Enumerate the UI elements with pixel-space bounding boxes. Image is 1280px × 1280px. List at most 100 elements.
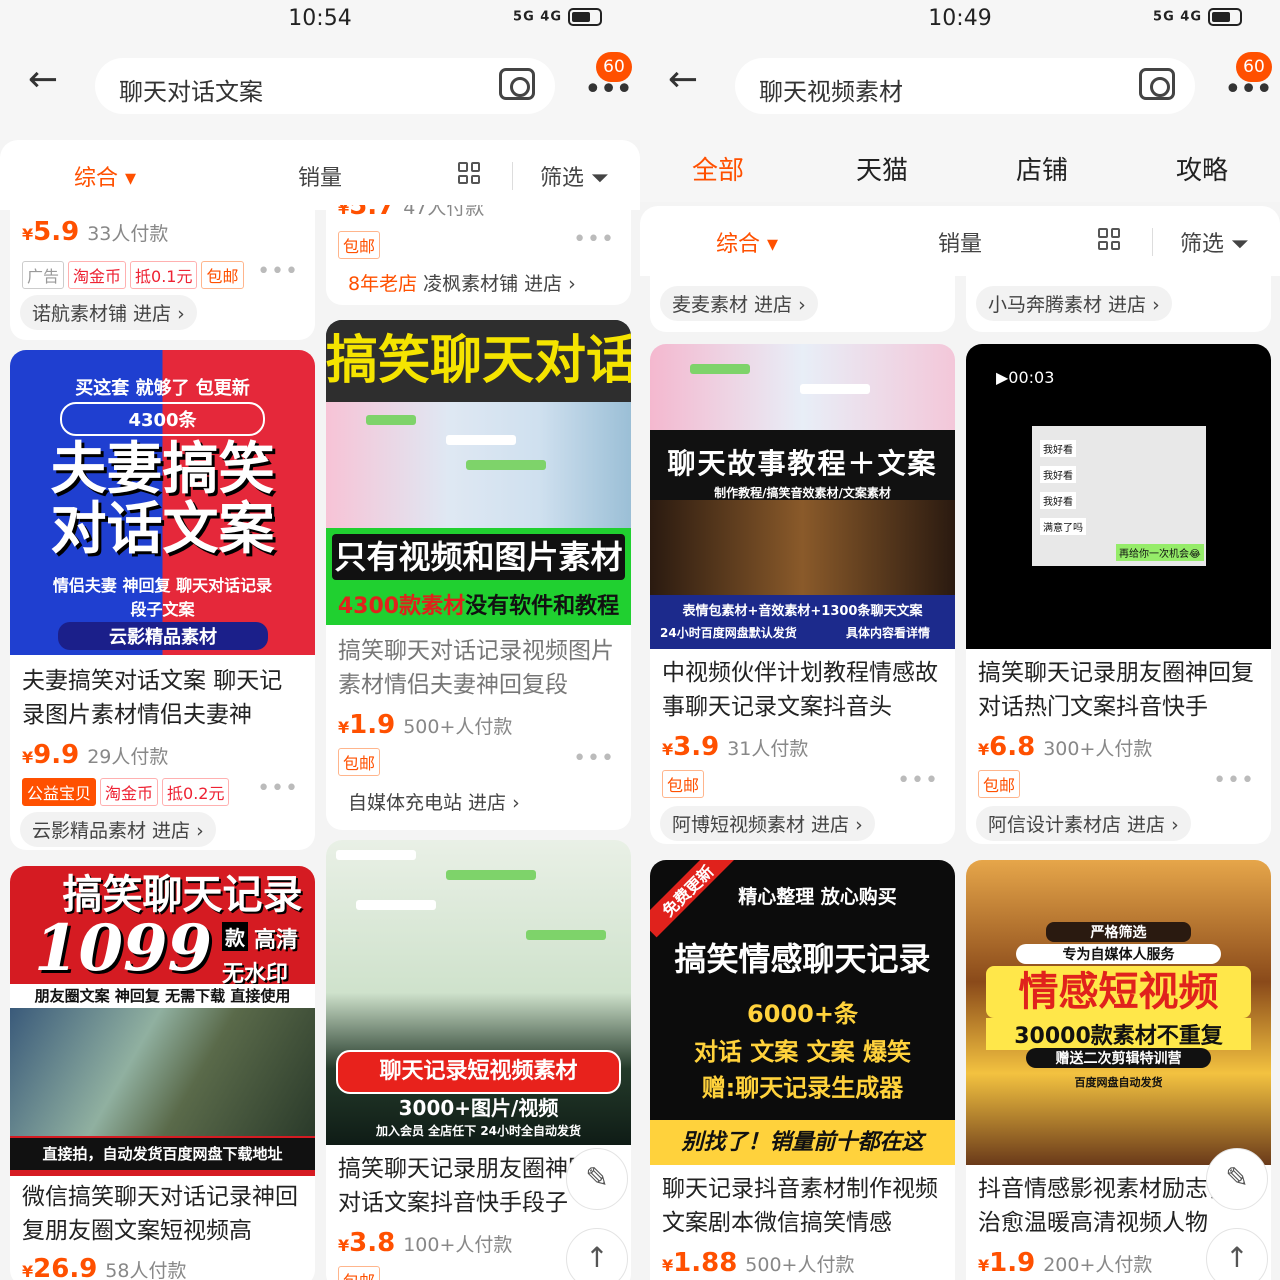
- product-title[interactable]: 中视频伙伴计划教程情感故事聊天记录文案抖音头: [662, 656, 945, 724]
- store-link[interactable]: 阿博短视频素材 进店 ›: [660, 806, 875, 841]
- network-label: 5G 4G: [513, 9, 562, 25]
- tag-row: 包邮: [338, 748, 384, 776]
- grid-view-icon[interactable]: [1098, 228, 1120, 250]
- filter-button[interactable]: 筛选 ⏷: [540, 160, 609, 192]
- image-text: 买这套 就够了 包更新: [75, 378, 250, 399]
- price-value: 6.8: [989, 732, 1036, 762]
- product-image[interactable]: 聊天故事教程＋文案 制作教程/搞笑音效素材/文案素材 表情包素材+音效素材+13…: [650, 344, 955, 649]
- image-text: 款: [222, 922, 248, 951]
- camera-search-icon[interactable]: [1139, 68, 1175, 100]
- product-card[interactable]: 搞笑聊天对话 只有视频和图片素材 4300款素材没有软件和教程 搞笑聊天对话记录…: [326, 320, 631, 830]
- tab-guides[interactable]: 攻略: [1176, 150, 1228, 187]
- sort-sales[interactable]: 销量: [298, 160, 342, 192]
- feedback-icon[interactable]: ✎: [1206, 1148, 1268, 1210]
- more-icon[interactable]: •••: [897, 768, 939, 793]
- store-link[interactable]: 麦麦素材 进店 ›: [660, 286, 818, 321]
- price-value: 5.9: [33, 217, 80, 247]
- search-query[interactable]: 聊天视频素材: [759, 72, 903, 107]
- store-link[interactable]: 阿信设计素材店 进店 ›: [976, 806, 1191, 841]
- sort-comprehensive[interactable]: 综合 ▾: [74, 160, 136, 192]
- more-icon[interactable]: •••: [573, 746, 615, 771]
- sort-label: 综合: [74, 166, 119, 191]
- product-card[interactable]: 麦麦素材 进店 ›: [650, 276, 955, 332]
- product-image[interactable]: ▶00:03 我好看 我好看 我好看 满意了吗 再给你一次机会😂: [966, 344, 1271, 649]
- product-title[interactable]: 聊天记录抖音素材制作视频文案剧本微信搞笑情感: [662, 1172, 945, 1240]
- tag-row: 广告 淘金币 抵0.1元 包邮: [22, 261, 248, 289]
- image-text: 严格筛选: [1046, 922, 1191, 942]
- search-box[interactable]: 聊天对话文案: [95, 58, 555, 114]
- search-query[interactable]: 聊天对话文案: [119, 72, 263, 107]
- free-shipping-tag: 包邮: [338, 1266, 381, 1280]
- price: ¥6.8 300+人付款: [978, 732, 1153, 762]
- product-card[interactable]: 买这套 就够了 包更新 4300条 夫妻搞笑 对话文案 情侣夫妻 神回复 聊天对…: [10, 350, 315, 850]
- product-card[interactable]: 小马奔腾素材 进店 ›: [966, 276, 1271, 332]
- price: ¥5.9 33人付款: [22, 217, 169, 247]
- store-link[interactable]: 8年老店 凌枫素材铺 进店 ›: [336, 265, 588, 300]
- more-icon[interactable]: •••: [257, 259, 299, 284]
- grid-view-icon[interactable]: [458, 162, 480, 184]
- image-text: 我好看: [1040, 492, 1076, 509]
- camera-search-icon[interactable]: [499, 68, 535, 100]
- product-card[interactable]: ▶00:03 我好看 我好看 我好看 满意了吗 再给你一次机会😂 搞笑聊天记录朋…: [966, 344, 1271, 844]
- filter-label: 筛选: [1180, 232, 1225, 257]
- image-text: 4300条: [60, 402, 265, 436]
- tab-tmall[interactable]: 天猫: [856, 150, 908, 187]
- back-arrow-icon[interactable]: ←: [28, 62, 58, 98]
- more-dots-icon[interactable]: •••: [584, 75, 633, 105]
- video-duration: ▶00:03: [996, 368, 1055, 387]
- store-link[interactable]: 诺航素材铺 进店 ›: [20, 295, 197, 330]
- more-dots-icon[interactable]: •••: [1224, 75, 1273, 105]
- free-shipping-tag: 包邮: [201, 261, 244, 289]
- old-store-badge: 8年老店: [348, 273, 418, 295]
- product-title[interactable]: 搞笑聊天对话记录视频图片素材情侣夫妻神回复段: [338, 634, 621, 702]
- product-card[interactable]: ¥5.9 33人付款 广告 淘金币 抵0.1元 包邮 ••• 诺航素材铺 进店 ›: [10, 205, 315, 340]
- product-image[interactable]: 搞笑聊天记录 1099 款 高清 无水印 朋友圈文案 神回复 无需下载 直接使用…: [10, 866, 315, 1176]
- tab-all[interactable]: 全部: [692, 150, 744, 187]
- notification-badge: 60: [596, 52, 632, 82]
- free-shipping-tag: 包邮: [978, 770, 1021, 798]
- product-card[interactable]: 聊天故事教程＋文案 制作教程/搞笑音效素材/文案素材 表情包素材+音效素材+13…: [650, 344, 955, 844]
- signal-icons: 5G 4G: [1153, 8, 1242, 26]
- product-card[interactable]: 搞笑聊天记录 1099 款 高清 无水印 朋友圈文案 神回复 无需下载 直接使用…: [10, 866, 315, 1280]
- sort-comprehensive[interactable]: 综合 ▾: [716, 226, 778, 258]
- battery-icon: [568, 8, 602, 26]
- more-icon[interactable]: •••: [1213, 768, 1255, 793]
- store-link[interactable]: 自媒体充电站 进店 ›: [336, 784, 532, 819]
- image-text: 对话 文案 文案 爆笑: [693, 1038, 912, 1066]
- image-text: 30000款素材不重复: [986, 1018, 1251, 1050]
- product-image[interactable]: 免费更新 精心整理 放心购买 搞笑情感聊天记录 6000+条 对话 文案 文案 …: [650, 860, 955, 1165]
- price: ¥1.9 500+人付款: [338, 710, 513, 740]
- sort-sales[interactable]: 销量: [938, 226, 982, 258]
- store-link[interactable]: 小马奔腾素材 进店 ›: [976, 286, 1172, 321]
- price: ¥3.9 31人付款: [662, 732, 809, 762]
- product-card[interactable]: ¥5.7 47人付款 包邮 ••• 8年老店 凌枫素材铺 进店 ›: [326, 205, 631, 305]
- price-value: 3.8: [349, 1228, 396, 1258]
- product-title[interactable]: 搞笑聊天记录朋友圈神回复对话热门文案抖音快手: [978, 656, 1261, 724]
- image-text: 没有软件和教程: [465, 594, 620, 619]
- notification-badge: 60: [1236, 52, 1272, 82]
- product-card[interactable]: 严格筛选 专为自媒体人服务 情感短视频 30000款素材不重复 赠送二次剪辑特训…: [966, 860, 1271, 1280]
- divider: [1152, 228, 1153, 256]
- feedback-icon[interactable]: ✎: [566, 1148, 628, 1210]
- back-arrow-icon[interactable]: ←: [668, 62, 698, 98]
- product-card[interactable]: 聊天记录短视频素材 3000+图片/视频 加入会员 全店任下 24小时全自动发货…: [326, 840, 631, 1280]
- image-text: 我好看: [1040, 466, 1076, 483]
- product-image[interactable]: 严格筛选 专为自媒体人服务 情感短视频 30000款素材不重复 赠送二次剪辑特训…: [966, 860, 1271, 1165]
- tag-row: 包邮: [978, 770, 1024, 798]
- price: ¥26.9 58人付款: [22, 1254, 186, 1280]
- more-icon[interactable]: •••: [573, 227, 615, 252]
- store-link[interactable]: 云影精品素材 进店 ›: [20, 812, 216, 847]
- search-header: ← 聊天对话文案 ••• 60: [0, 40, 640, 140]
- product-image[interactable]: 买这套 就够了 包更新 4300条 夫妻搞笑 对话文案 情侣夫妻 神回复 聊天对…: [10, 350, 315, 655]
- product-title[interactable]: 微信搞笑聊天对话记录神回复朋友圈文案短视频高: [22, 1180, 305, 1248]
- filter-button[interactable]: 筛选 ⏷: [1180, 226, 1249, 258]
- product-title[interactable]: 夫妻搞笑对话文案 聊天记录图片素材情侣夫妻神: [22, 664, 305, 732]
- tab-stores[interactable]: 店铺: [1016, 150, 1068, 187]
- product-card[interactable]: 免费更新 精心整理 放心购买 搞笑情感聊天记录 6000+条 对话 文案 文案 …: [650, 860, 955, 1280]
- search-header: ← 聊天视频素材 ••• 60: [640, 40, 1280, 140]
- product-image[interactable]: 搞笑聊天对话 只有视频和图片素材 4300款素材没有软件和教程: [326, 320, 631, 625]
- product-image[interactable]: 聊天记录短视频素材 3000+图片/视频 加入会员 全店任下 24小时全自动发货: [326, 840, 631, 1145]
- image-text: 制作教程/搞笑音效素材/文案素材: [714, 486, 891, 500]
- more-icon[interactable]: •••: [257, 776, 299, 801]
- search-box[interactable]: 聊天视频素材: [735, 58, 1195, 114]
